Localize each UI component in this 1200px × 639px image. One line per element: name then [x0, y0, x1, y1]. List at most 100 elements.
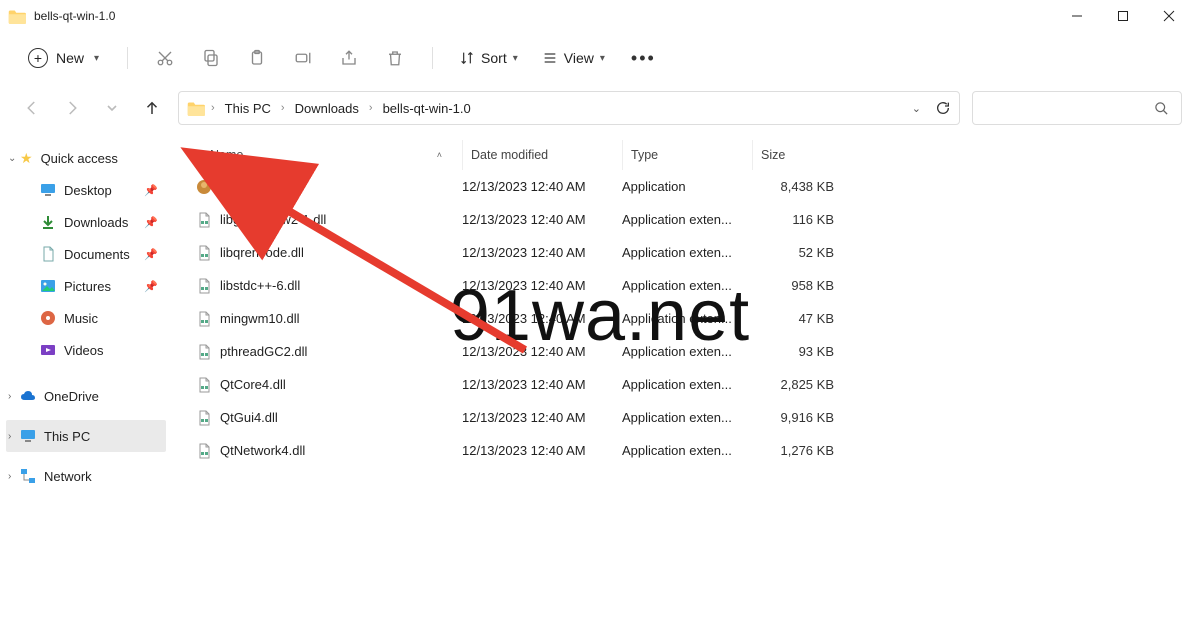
sidebar-quick-access[interactable]: ⌄ ★ Quick access	[6, 142, 166, 174]
minimize-button[interactable]	[1054, 0, 1100, 32]
main-area: ⌄ ★ Quick access Desktop 📌 Downloads 📌 D…	[0, 132, 1200, 639]
folder-icon	[187, 101, 205, 115]
app-icon	[196, 179, 212, 195]
file-modified: 12/13/2023 12:40 AM	[462, 344, 622, 359]
rename-button[interactable]	[284, 40, 322, 76]
chevron-down-icon[interactable]: ⌄	[912, 102, 921, 115]
file-type: Application exten...	[622, 410, 752, 425]
table-row[interactable]: mingwm10.dll12/13/2023 12:40 AMApplicati…	[192, 302, 1200, 335]
breadcrumb-this-pc[interactable]: This PC	[221, 99, 275, 118]
table-row[interactable]: QtGui4.dll12/13/2023 12:40 AMApplication…	[192, 401, 1200, 434]
sidebar-item-label: Desktop	[64, 183, 112, 198]
column-type[interactable]: Type	[622, 140, 752, 170]
search-input[interactable]	[972, 91, 1182, 125]
file-size: 2,825 KB	[752, 377, 842, 392]
sidebar-item-pictures[interactable]: Pictures 📌	[6, 270, 166, 302]
cloud-icon	[20, 388, 36, 404]
file-name: bells-qt	[220, 179, 262, 194]
file-name: libgcc_s_dw2-1.dll	[220, 212, 326, 227]
table-row[interactable]: QtNetwork4.dll12/13/2023 12:40 AMApplica…	[192, 434, 1200, 467]
new-button[interactable]: + New ▾	[18, 42, 109, 74]
breadcrumb-current[interactable]: bells-qt-win-1.0	[379, 99, 475, 118]
chevron-down-icon: ▾	[600, 53, 605, 64]
file-size: 93 KB	[752, 344, 842, 359]
sidebar-item-this-pc[interactable]: › This PC	[6, 420, 166, 452]
file-type: Application exten...	[622, 278, 752, 293]
copy-button[interactable]	[192, 40, 230, 76]
recent-button[interactable]	[98, 94, 126, 122]
sidebar-item-label: Pictures	[64, 279, 111, 294]
sidebar-item-label: Videos	[64, 343, 104, 358]
pin-icon: 📌	[144, 216, 158, 229]
file-type: Application	[622, 179, 752, 194]
refresh-button[interactable]	[935, 100, 951, 116]
file-modified: 12/13/2023 12:40 AM	[462, 443, 622, 458]
navigation-sidebar: ⌄ ★ Quick access Desktop 📌 Downloads 📌 D…	[0, 132, 172, 639]
table-row[interactable]: pthreadGC2.dll12/13/2023 12:40 AMApplica…	[192, 335, 1200, 368]
file-type: Application exten...	[622, 377, 752, 392]
delete-button[interactable]	[376, 40, 414, 76]
file-name: libqrencode.dll	[220, 245, 304, 260]
breadcrumb-sep[interactable]: ›	[369, 102, 373, 114]
sidebar-item-label: Network	[44, 469, 92, 484]
column-modified[interactable]: Date modified	[462, 140, 622, 170]
sort-asc-icon: ˄	[437, 150, 442, 160]
window-controls	[1054, 0, 1192, 32]
sidebar-item-desktop[interactable]: Desktop 📌	[6, 174, 166, 206]
table-row[interactable]: libgcc_s_dw2-1.dll12/13/2023 12:40 AMApp…	[192, 203, 1200, 236]
column-name[interactable]: Name ˄	[192, 140, 462, 170]
sidebar-item-network[interactable]: › Network	[6, 460, 166, 492]
share-button[interactable]	[330, 40, 368, 76]
sidebar-item-videos[interactable]: Videos	[6, 334, 166, 366]
sidebar-item-documents[interactable]: Documents 📌	[6, 238, 166, 270]
sidebar-item-onedrive[interactable]: › OneDrive	[6, 380, 166, 412]
forward-button[interactable]	[58, 94, 86, 122]
column-size[interactable]: Size	[752, 140, 842, 170]
maximize-button[interactable]	[1100, 0, 1146, 32]
pin-icon: 📌	[144, 248, 158, 261]
sort-icon	[459, 50, 475, 66]
sidebar-item-music[interactable]: Music	[6, 302, 166, 334]
sidebar-item-label: Documents	[64, 247, 130, 262]
network-icon	[20, 468, 36, 484]
sort-button[interactable]: Sort ▾	[451, 50, 526, 66]
cut-button[interactable]	[146, 40, 184, 76]
pin-icon: 📌	[144, 280, 158, 293]
monitor-icon	[20, 428, 36, 444]
sidebar-item-downloads[interactable]: Downloads 📌	[6, 206, 166, 238]
breadcrumb-downloads[interactable]: Downloads	[291, 99, 363, 118]
close-button[interactable]	[1146, 0, 1192, 32]
breadcrumb-sep[interactable]: ›	[211, 102, 215, 114]
plus-icon: +	[28, 48, 48, 68]
table-row[interactable]: QtCore4.dll12/13/2023 12:40 AMApplicatio…	[192, 368, 1200, 401]
up-button[interactable]	[138, 94, 166, 122]
file-modified: 12/13/2023 12:40 AM	[462, 212, 622, 227]
window-title: bells-qt-win-1.0	[34, 9, 115, 23]
file-size: 116 KB	[752, 212, 842, 227]
breadcrumb-sep[interactable]: ›	[281, 102, 285, 114]
document-icon	[40, 246, 56, 262]
pin-icon: 📌	[144, 184, 158, 197]
chevron-down-icon: ▾	[513, 53, 518, 64]
view-button[interactable]: View ▾	[534, 50, 613, 66]
column-headers: Name ˄ Date modified Type Size	[192, 140, 1200, 170]
dll-icon	[196, 344, 212, 360]
view-label: View	[564, 50, 594, 66]
file-size: 47 KB	[752, 311, 842, 326]
paste-button[interactable]	[238, 40, 276, 76]
toolbar-divider	[127, 47, 128, 69]
file-name: mingwm10.dll	[220, 311, 299, 326]
dll-icon	[196, 311, 212, 327]
table-row[interactable]: libqrencode.dll12/13/2023 12:40 AMApplic…	[192, 236, 1200, 269]
back-button[interactable]	[18, 94, 46, 122]
table-row[interactable]: bells-qt12/13/2023 12:40 AMApplication8,…	[192, 170, 1200, 203]
file-size: 9,916 KB	[752, 410, 842, 425]
file-modified: 12/13/2023 12:40 AM	[462, 179, 622, 194]
dll-icon	[196, 212, 212, 228]
toolbar-divider	[432, 47, 433, 69]
table-row[interactable]: libstdc++-6.dll12/13/2023 12:40 AMApplic…	[192, 269, 1200, 302]
more-button[interactable]: •••	[621, 48, 666, 69]
file-type: Application exten...	[622, 344, 752, 359]
address-bar[interactable]: › This PC › Downloads › bells-qt-win-1.0…	[178, 91, 960, 125]
dll-icon	[196, 245, 212, 261]
